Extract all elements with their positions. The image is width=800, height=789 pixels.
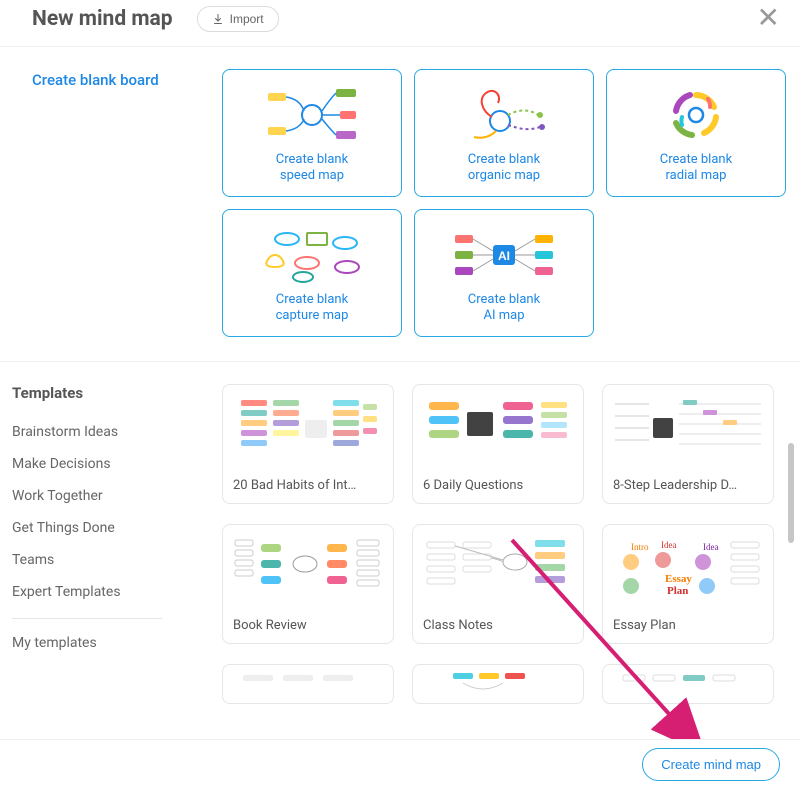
blank-card-label: Create blank capture map xyxy=(276,292,349,325)
dialog-title: New mind map xyxy=(32,7,173,31)
blank-card-capture-map[interactable]: Create blank capture map xyxy=(222,209,402,337)
template-label: 6 Daily Questions xyxy=(413,472,583,503)
category-teams[interactable]: Teams xyxy=(12,544,202,576)
radial-map-icon xyxy=(615,78,777,152)
svg-text:Plan: Plan xyxy=(667,585,688,597)
template-card-book-review[interactable]: Book Review xyxy=(222,524,394,644)
import-button[interactable]: Import xyxy=(197,6,279,32)
template-label: Class Notes xyxy=(413,612,583,643)
blank-cards-grid: Create blank speed map Create blank org xyxy=(222,69,790,337)
template-thumb xyxy=(413,525,583,612)
category-make-decisions[interactable]: Make Decisions xyxy=(12,448,202,480)
scrollbar[interactable] xyxy=(788,443,794,723)
template-card-20-bad-habits[interactable]: 20 Bad Habits of Int… xyxy=(222,384,394,504)
organic-map-icon xyxy=(423,78,585,152)
sidebar-separator xyxy=(12,618,162,619)
template-thumb xyxy=(603,665,773,704)
svg-text:Intro: Intro xyxy=(631,542,649,552)
template-label: Essay Plan xyxy=(603,612,773,643)
template-thumb xyxy=(413,385,583,472)
my-templates-link[interactable]: My templates xyxy=(12,631,202,655)
template-thumb: Intro Idea Idea Essay Plan xyxy=(603,525,773,612)
blank-card-radial-map[interactable]: Create blank radial map xyxy=(606,69,786,197)
templates-area: Templates Brainstorm Ideas Make Decision… xyxy=(222,384,790,704)
blank-card-organic-map[interactable]: Create blank organic map xyxy=(414,69,594,197)
template-thumb xyxy=(413,665,583,704)
blank-card-label: Create blank speed map xyxy=(276,152,348,185)
template-label: 20 Bad Habits of Int… xyxy=(223,472,393,503)
section-divider xyxy=(0,361,800,362)
import-label: Import xyxy=(230,12,264,26)
create-mind-map-button[interactable]: Create mind map xyxy=(642,748,780,781)
template-label: Book Review xyxy=(223,612,393,643)
create-button-label: Create mind map xyxy=(661,757,761,772)
blank-card-label: Create blank AI map xyxy=(468,292,540,325)
ai-map-icon: AI xyxy=(423,218,585,292)
svg-text:Idea: Idea xyxy=(703,542,719,552)
template-thumb xyxy=(223,525,393,612)
templates-sidebar: Templates Brainstorm Ideas Make Decision… xyxy=(12,384,202,655)
create-blank-board-link[interactable]: Create blank board xyxy=(32,71,200,89)
template-thumb xyxy=(223,665,393,704)
template-thumb xyxy=(223,385,393,472)
close-icon[interactable]: ✕ xyxy=(757,4,780,32)
template-thumb xyxy=(603,385,773,472)
template-card-partial[interactable] xyxy=(602,664,774,704)
capture-map-icon xyxy=(231,218,393,292)
category-get-things-done[interactable]: Get Things Done xyxy=(12,512,202,544)
dialog-footer: Create mind map xyxy=(0,739,800,789)
svg-text:Idea: Idea xyxy=(661,540,677,550)
template-card-essay-plan[interactable]: Intro Idea Idea Essay Plan Essay Plan xyxy=(602,524,774,644)
blank-card-label: Create blank organic map xyxy=(468,152,540,185)
template-card-partial[interactable] xyxy=(412,664,584,704)
template-label: 8-Step Leadership D… xyxy=(603,472,773,503)
dialog-header: New mind map Import ✕ xyxy=(0,0,800,46)
svg-text:Essay: Essay xyxy=(665,573,692,585)
template-card-8-step-leadership[interactable]: 8-Step Leadership D… xyxy=(602,384,774,504)
template-card-class-notes[interactable]: Class Notes xyxy=(412,524,584,644)
category-expert-templates[interactable]: Expert Templates xyxy=(12,576,202,608)
download-icon xyxy=(212,13,224,25)
blank-card-label: Create blank radial map xyxy=(660,152,732,185)
template-card-partial[interactable] xyxy=(222,664,394,704)
category-brainstorm-ideas[interactable]: Brainstorm Ideas xyxy=(12,416,202,448)
svg-text:AI: AI xyxy=(498,249,510,263)
main-area: Create blank board xyxy=(0,47,800,786)
templates-grid: 20 Bad Habits of Int… 6 Daily Questions xyxy=(222,384,782,704)
content-area: Create blank speed map Create blank org xyxy=(210,47,800,786)
category-work-together[interactable]: Work Together xyxy=(12,480,202,512)
templates-scroll[interactable]: 20 Bad Habits of Int… 6 Daily Questions xyxy=(222,384,782,704)
templates-heading: Templates xyxy=(12,384,202,402)
scrollbar-thumb[interactable] xyxy=(788,443,794,543)
template-card-6-daily-questions[interactable]: 6 Daily Questions xyxy=(412,384,584,504)
blank-card-ai-map[interactable]: AI Create blank xyxy=(414,209,594,337)
speed-map-icon xyxy=(231,78,393,152)
blank-card-speed-map[interactable]: Create blank speed map xyxy=(222,69,402,197)
